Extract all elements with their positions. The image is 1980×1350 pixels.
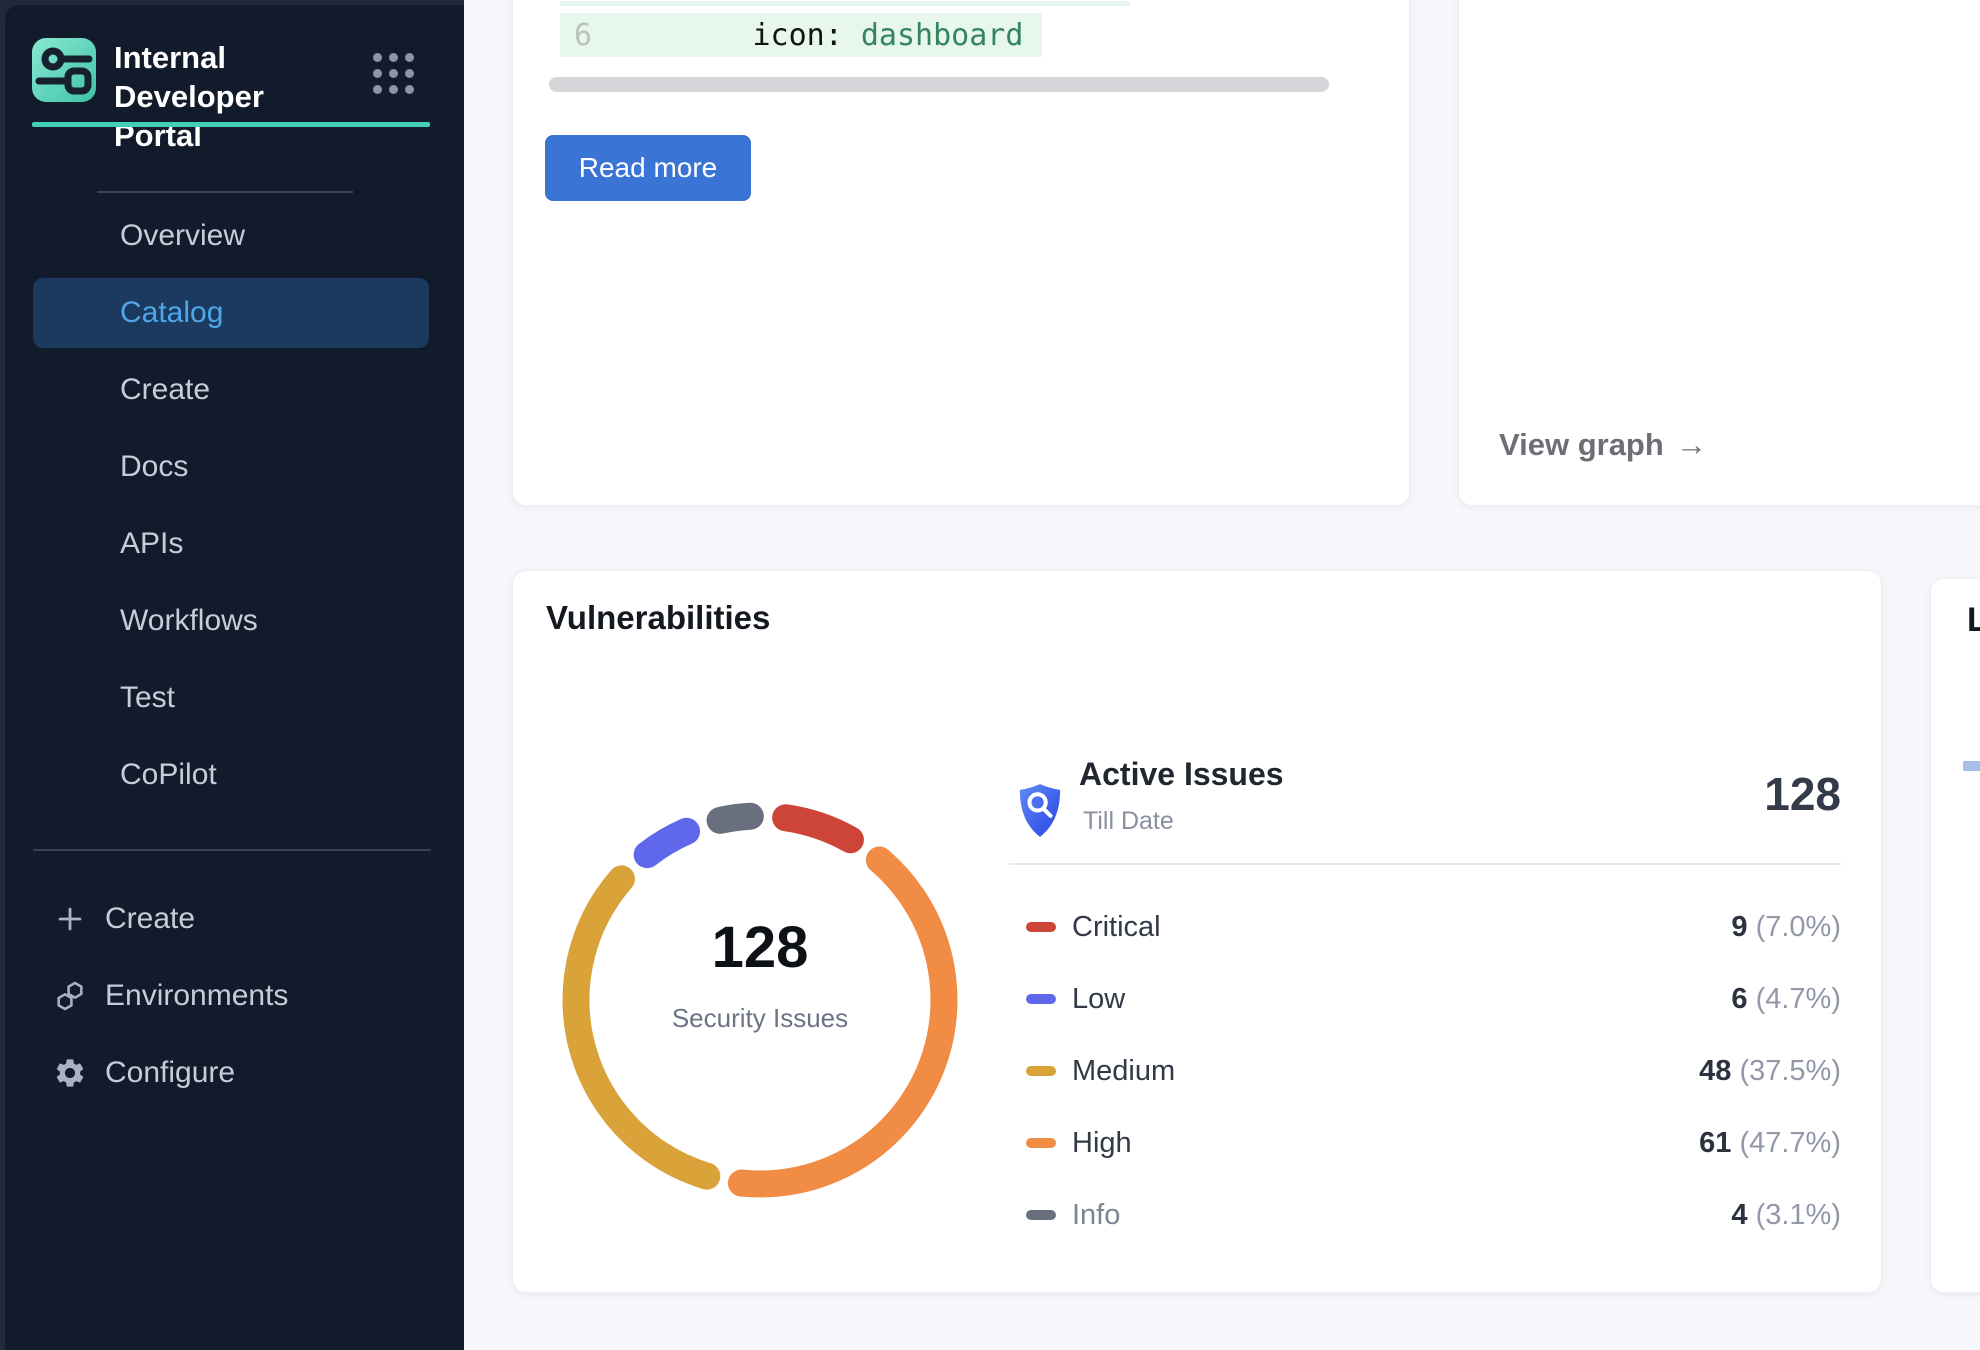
sidebar-item-configure[interactable]: Configure	[33, 1038, 429, 1108]
legend-count: 48	[1699, 1055, 1731, 1087]
partial-card-title: L	[1967, 601, 1980, 640]
legend-pct: (4.7%)	[1756, 983, 1841, 1015]
legend-pct: (47.7%)	[1739, 1127, 1841, 1159]
shield-search-icon	[1017, 783, 1063, 839]
view-graph-link[interactable]: View graph →	[1499, 427, 1707, 463]
legend-row: High 61 (47.7%)	[1009, 1107, 1841, 1179]
legend-row: Low 6 (4.7%)	[1009, 963, 1841, 1035]
sidebar-item-create[interactable]: Create	[33, 884, 429, 954]
donut-rings	[560, 800, 960, 1200]
donut-segment-critical	[786, 818, 851, 840]
vulnerabilities-card: Vulnerabilities 128 Security Issues	[512, 570, 1882, 1293]
legend-count: 9	[1731, 911, 1747, 943]
legend-label: Medium	[1072, 1055, 1175, 1088]
plus-icon	[53, 902, 87, 936]
code-line-6: 6 icon: dashboard	[560, 13, 1042, 57]
legend-color-pill	[1026, 922, 1056, 932]
hexagons-icon	[53, 979, 87, 1013]
legend-pct: (37.5%)	[1739, 1055, 1841, 1087]
app-logo-icon[interactable]	[32, 38, 96, 102]
sidebar-item-create[interactable]: Create	[33, 355, 429, 425]
sidebar-item-environments[interactable]: Environments	[33, 961, 429, 1031]
legend-count: 4	[1731, 1199, 1747, 1231]
active-issues-count: 128	[1764, 767, 1841, 821]
sidebar-footer-nav: Create Environments Configure	[33, 884, 429, 1115]
apps-grid-icon[interactable]	[373, 53, 415, 95]
summary-divider	[1009, 863, 1841, 865]
legend-label: Low	[1072, 983, 1125, 1016]
entity-yaml-card: 6 icon: dashboard Read more	[512, 0, 1410, 506]
app-title: Internal Developer Portal	[114, 38, 354, 155]
sidebar-item-workflows[interactable]: Workflows	[33, 586, 429, 656]
sidebar-item-apis[interactable]: APIs	[33, 509, 429, 579]
active-issues-title: Active Issues	[1079, 756, 1284, 793]
sidebar-item-catalog[interactable]: Catalog	[33, 278, 429, 348]
sidebar-item-copilot[interactable]: CoPilot	[33, 740, 429, 810]
security-issues-donut-chart: 128 Security Issues	[560, 800, 960, 1200]
accent-rule	[32, 122, 430, 127]
sidebar-divider-top	[97, 191, 353, 193]
sidebar-item-test[interactable]: Test	[33, 663, 429, 733]
legend-color-pill	[1026, 994, 1056, 1004]
yaml-key: icon:	[753, 18, 861, 53]
legend-row: Info 4 (3.1%)	[1009, 1179, 1841, 1251]
legend-label: Info	[1072, 1199, 1120, 1232]
active-issues-summary: Active Issues Till Date 128 Critical 9 (…	[1009, 571, 1841, 1292]
donut-segment-low	[647, 831, 686, 854]
partial-card-bar	[1963, 761, 1980, 771]
sidebar-nav: OverviewCatalogCreateDocsAPIsWorkflowsTe…	[33, 201, 429, 817]
main-content: 6 icon: dashboard Read more View graph →…	[464, 0, 1980, 1350]
sidebar: Internal Developer Portal OverviewCatalo…	[0, 0, 464, 1350]
legend-label: High	[1072, 1127, 1132, 1160]
legend-pct: (7.0%)	[1756, 911, 1841, 943]
graph-card: View graph →	[1458, 0, 1980, 506]
view-graph-label: View graph	[1499, 427, 1664, 463]
legend-color-pill	[1026, 1210, 1056, 1220]
severity-legend: Critical 9 (7.0%) Low 6 (4.7%) Medium 48…	[1009, 891, 1841, 1251]
legend-count: 61	[1699, 1127, 1731, 1159]
active-issues-subtitle: Till Date	[1083, 807, 1174, 836]
sidebar-item-docs[interactable]: Docs	[33, 432, 429, 502]
legend-row: Critical 9 (7.0%)	[1009, 891, 1841, 963]
donut-segment-medium	[576, 879, 707, 1176]
horizontal-scrollbar[interactable]	[549, 77, 1329, 92]
gear-icon	[53, 1056, 87, 1090]
yaml-value: dashboard	[861, 18, 1024, 53]
arrow-right-icon: →	[1676, 427, 1707, 463]
partial-right-card: L	[1930, 578, 1980, 1293]
yaml-indent	[608, 18, 753, 53]
vulnerabilities-title: Vulnerabilities	[546, 599, 770, 637]
sidebar-panel: Internal Developer Portal OverviewCatalo…	[5, 5, 464, 1350]
screen: Internal Developer Portal OverviewCatalo…	[0, 0, 1980, 1350]
legend-color-pill	[1026, 1138, 1056, 1148]
legend-color-pill	[1026, 1066, 1056, 1076]
code-line-partial	[560, 1, 1130, 6]
donut-segment-high	[741, 860, 944, 1184]
legend-label: Critical	[1072, 911, 1161, 944]
legend-row: Medium 48 (37.5%)	[1009, 1035, 1841, 1107]
legend-count: 6	[1731, 983, 1747, 1015]
code-line-number: 6	[574, 18, 608, 53]
read-more-button[interactable]: Read more	[545, 135, 751, 201]
sidebar-item-overview[interactable]: Overview	[33, 201, 429, 271]
donut-segment-info	[720, 816, 750, 820]
legend-pct: (3.1%)	[1756, 1199, 1841, 1231]
sidebar-divider-bottom	[33, 849, 431, 851]
